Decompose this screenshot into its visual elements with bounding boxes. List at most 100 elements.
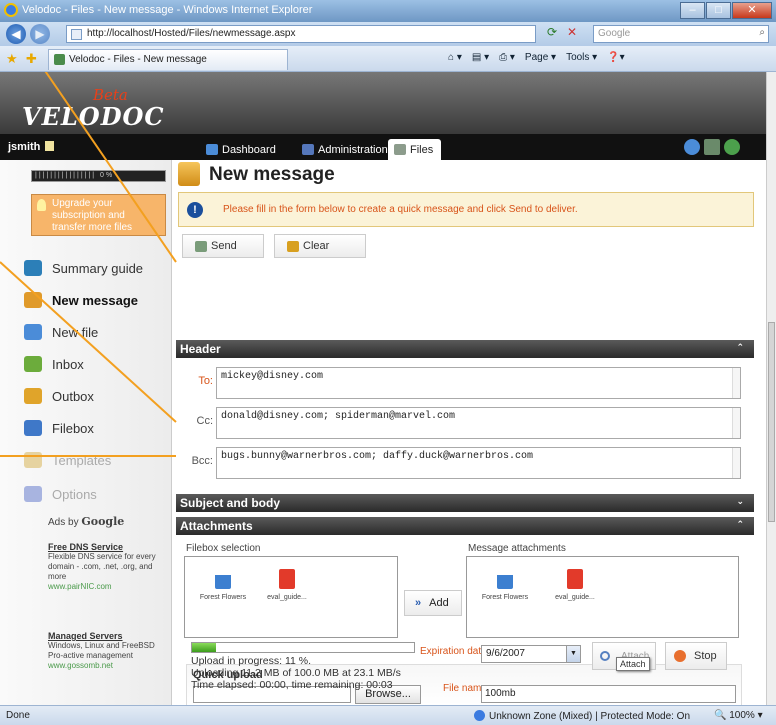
cc-row: Cc: donald@disney.com; spiderman@marvel.… [176,406,754,444]
message-attachments-label: Message attachments [468,543,566,554]
help-nav-icon[interactable] [724,139,740,155]
sidebar-item-new-file[interactable]: New file [24,320,98,344]
send-icon [195,241,207,252]
new-message-icon [24,292,42,308]
action-toolbar: Send Clear [178,232,754,262]
attachments-list[interactable]: Forest Flowers eval_guide... [466,556,739,638]
send-button[interactable]: Send [182,234,264,258]
print-icon[interactable]: ⎙ ▾ [499,52,515,63]
info-notice: ! Please fill in the form below to creat… [178,192,754,227]
ad-title[interactable]: Managed Servers [48,631,168,641]
help-icon[interactable]: ❓▾ [607,52,624,63]
tab-favicon [54,54,65,65]
sidebar-item-new-message[interactable]: New message [24,288,138,312]
collapse-icon[interactable]: ⌃ [736,342,744,353]
package-icon [178,162,200,186]
tab-files[interactable]: Files [388,139,442,160]
outbox-icon [24,388,42,404]
favorites-star-icon[interactable]: ★ [6,51,18,67]
velodoc-logo[interactable]: VELODOC [22,102,165,131]
clear-button[interactable]: Clear [274,234,366,258]
cc-field[interactable]: donald@disney.com; spiderman@marvel.com [216,407,741,439]
search-placeholder: Google [598,28,631,39]
file-item[interactable]: Forest Flowers [193,569,253,601]
expiration-label: Expiration date: [420,646,490,657]
double-arrow-icon: » [415,597,422,609]
globe-icon [474,710,485,721]
stop-button[interactable]: Stop [665,642,727,670]
ad-title[interactable]: Free DNS Service [48,542,168,552]
subject-section-bar[interactable]: Subject and body ⌄ [176,494,754,512]
tab-administration[interactable]: Administration [296,139,396,160]
sidebar-item-templates[interactable]: Templates [24,448,111,472]
tab-dashboard[interactable]: Dashboard [200,139,284,160]
command-bar: ★ ✚ Velodoc - Files - New message ⌂ ▾ ▤ … [0,46,776,72]
security-zone[interactable]: Unknown Zone (Mixed) | Protected Mode: O… [474,710,690,722]
paperclip-icon [600,651,610,661]
new-file-icon [24,324,42,340]
browser-tab[interactable]: Velodoc - Files - New message [48,49,288,70]
scrollbar-thumb[interactable] [768,322,775,522]
address-toolbar: ◀ ▶ http://localhost/Hosted/Files/newmes… [0,22,776,46]
sidebar-item-filebox[interactable]: Filebox [24,416,94,440]
ad-body: Windows, Linux and FreeBSD Pro-active ma… [48,641,155,660]
file-item[interactable]: eval_guide... [257,569,317,601]
user-card-icon [45,141,55,151]
to-field[interactable]: mickey@disney.com [216,367,741,399]
sidebar-item-options[interactable]: Options [24,482,97,506]
address-bar[interactable]: http://localhost/Hosted/Files/newmessage… [66,25,536,43]
page-menu[interactable]: Page ▾ [525,52,556,63]
broom-icon [287,241,299,252]
expiration-date-picker[interactable]: 9/6/2007 ▼ [481,645,581,663]
forward-button[interactable]: ▶ [30,24,50,44]
to-row: To: mickey@disney.com [176,366,754,404]
close-button[interactable]: ✕ [732,2,772,19]
to-label: To: [198,375,213,387]
stop-icon [674,650,686,662]
header-section-bar[interactable]: Header ⌃ [176,340,754,358]
sidebar-item-inbox[interactable]: Inbox [24,352,84,376]
search-input[interactable]: Google ⌕ [593,25,769,43]
home-nav-icon[interactable] [684,139,700,155]
expand-icon[interactable]: ⌄ [736,496,744,507]
filebox-list[interactable]: Forest Flowers eval_guide... [184,556,398,638]
sidebar-item-summary-guide[interactable]: Summary guide [24,256,143,280]
pdf-file-icon [279,569,295,589]
add-favorites-icon[interactable]: ✚ [26,51,37,67]
stop-icon[interactable]: ✕ [567,25,577,39]
tab-title: Velodoc - Files - New message [69,54,207,65]
feeds-icon[interactable]: ▤ ▾ [472,52,489,63]
attachments-section-bar[interactable]: Attachments ⌃ [176,517,754,535]
ie-logo-icon [4,3,18,17]
image-file-icon [497,569,513,589]
page-icon [71,29,82,40]
pdf-file-icon [567,569,583,589]
page-scrollbar[interactable] [766,72,776,705]
collapse-icon[interactable]: ⌃ [736,519,744,530]
filebox-selection-label: Filebox selection [186,543,261,554]
refresh-icon[interactable]: ⟳ [547,25,557,39]
options-icon [24,486,42,502]
ad-url[interactable]: www.gossomb.net [48,661,168,670]
file-item[interactable]: Forest Flowers [475,569,535,601]
maximize-button[interactable]: □ [706,2,731,19]
home-icon[interactable]: ⌂ ▾ [448,52,462,63]
back-button[interactable]: ◀ [6,24,26,44]
ad-url[interactable]: www.pairNIC.com [48,582,168,591]
progress-rate: Uploading 11.2 MB of 100.0 MB at 23.1 MB… [191,667,401,679]
bcc-field[interactable]: bugs.bunny@warnerbros.com; daffy.duck@wa… [216,447,741,479]
add-button[interactable]: » Add [404,590,462,616]
zoom-level[interactable]: 🔍 100% ▾ [714,710,763,721]
dropdown-icon[interactable]: ▼ [566,646,580,662]
user-name[interactable]: jsmith [8,141,55,153]
book-icon[interactable] [704,139,720,155]
search-icon[interactable]: ⌕ [759,27,765,38]
minimize-button[interactable]: – [680,2,705,19]
file-item[interactable]: eval_guide... [545,569,605,601]
image-file-icon [215,569,231,589]
upgrade-notice[interactable]: Upgrade your subscription and transfer m… [31,194,166,236]
ads-block: Ads by Google Free DNS Service Flexible … [48,515,168,670]
file-name-input[interactable]: 100mb [481,685,736,703]
tools-menu[interactable]: Tools ▾ [566,52,597,63]
sidebar-item-outbox[interactable]: Outbox [24,384,94,408]
